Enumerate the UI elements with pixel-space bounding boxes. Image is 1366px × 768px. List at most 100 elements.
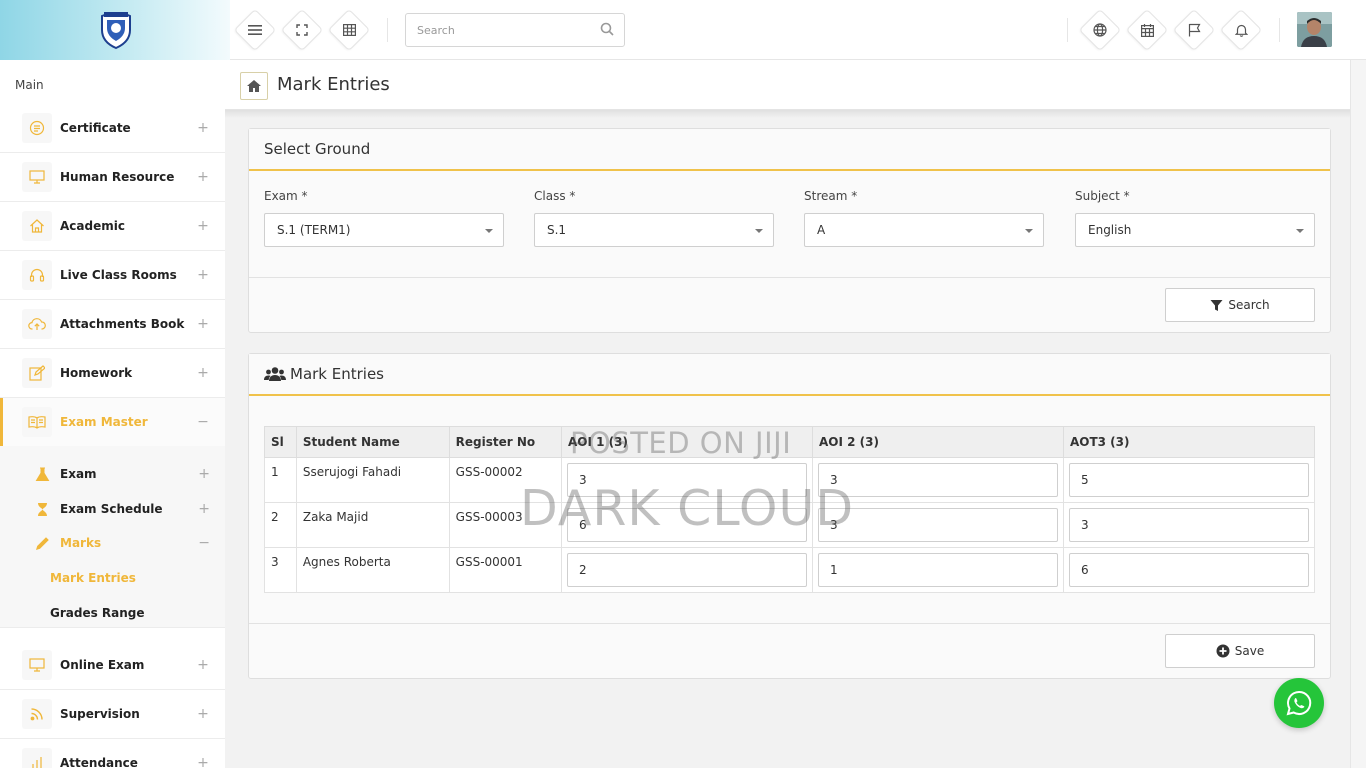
sidebar-item-certificate[interactable]: Certificate + [0,104,225,153]
search-box[interactable] [405,13,625,47]
aoi1-input[interactable] [566,508,807,542]
expand-icon[interactable]: + [193,706,213,722]
user-avatar[interactable] [1297,12,1332,47]
chevron-down-icon [1296,229,1304,233]
serial-cell: 2 [264,502,297,548]
sidebar-item-label: Online Exam [60,658,145,672]
chevron-down-icon [755,229,763,233]
sidebar-item-label: Certificate [60,121,131,135]
sidebar-item-exam-master[interactable]: Exam Master − [0,398,225,447]
cloud-upload-icon [22,309,52,339]
expand-icon[interactable]: + [198,501,210,517]
class-select[interactable]: S.1 [534,213,774,247]
filter-icon [1210,299,1223,311]
collapse-icon[interactable]: − [193,414,213,430]
expand-icon[interactable]: + [193,365,213,381]
table-header-row: Sl Student Name Register No AOI 1 (3) AO… [264,426,1316,458]
hourglass-icon [37,502,48,516]
sidebar-item-homework[interactable]: Homework + [0,349,225,398]
column-header: AOI 1 (3) [560,426,813,458]
stream-select-value: A [817,223,826,237]
expand-icon[interactable]: + [193,120,213,136]
subject-select[interactable]: English [1075,213,1315,247]
exam-select-value: S.1 (TERM1) [277,223,351,237]
expand-icon[interactable]: + [198,466,210,482]
sidebar-item-supervision[interactable]: Supervision + [0,690,225,739]
expand-icon[interactable]: + [193,169,213,185]
collapse-icon[interactable]: − [198,535,210,551]
aot3-input[interactable] [1068,463,1309,497]
search-button-label: Search [1228,298,1270,312]
logo-area [0,0,230,60]
aoi2-input[interactable] [817,553,1058,587]
expand-icon[interactable]: + [193,218,213,234]
expand-icon[interactable]: + [193,316,213,332]
page-header: Mark Entries [225,60,1350,110]
submenu-item-label: Exam [60,467,97,481]
chevron-down-icon [1025,229,1033,233]
monitor-icon [22,162,52,192]
notifications-button[interactable] [1223,12,1259,48]
aot3-cell [1062,502,1316,548]
sidebar-item-human-resource[interactable]: Human Resource + [0,153,225,202]
home-button[interactable] [240,72,268,100]
fullscreen-icon [296,24,308,36]
search-input[interactable] [406,14,586,46]
search-icon[interactable] [600,22,614,36]
aoi2-input[interactable] [817,463,1058,497]
whatsapp-chat-button[interactable] [1274,678,1324,728]
save-button[interactable]: Save [1165,634,1315,668]
school-logo[interactable] [98,10,134,50]
certificate-icon [22,113,52,143]
select-ground-panel: Select Ground Exam * S.1 (TERM1) Class *… [248,128,1331,333]
edit-icon [22,358,52,388]
aoi2-cell [811,547,1064,593]
sidebar: Main Certificate + Human Resource + Acad… [0,60,225,768]
apps-grid-button[interactable] [331,12,367,48]
aoi2-input[interactable] [817,508,1058,542]
expand-icon[interactable]: + [193,755,213,768]
headset-icon [22,260,52,290]
submenu-link-grades-range[interactable]: Grades Range [50,606,145,620]
submenu-item-label: Marks [60,536,102,550]
menu-toggle-button[interactable] [237,12,273,48]
exam-select[interactable]: S.1 (TERM1) [264,213,504,247]
language-button[interactable] [1082,12,1118,48]
home-icon [247,80,261,92]
page-scrollbar[interactable] [1350,60,1366,768]
sidebar-item-label: Homework [60,366,133,380]
top-bar [0,0,1366,60]
aoi1-input[interactable] [566,463,807,497]
aoi1-cell [560,547,813,593]
stream-select[interactable]: A [804,213,1044,247]
class-label: Class * [534,189,576,203]
chart-icon [22,748,52,768]
expand-icon[interactable]: + [193,657,213,673]
submenu-item-marks[interactable]: Marks − [35,535,210,551]
sidebar-item-online-exam[interactable]: Online Exam + [0,641,225,690]
aot3-input[interactable] [1068,553,1309,587]
submenu-item-exam[interactable]: Exam + [35,466,210,482]
register-no-cell: GSS-00003 [448,502,562,548]
submenu-item-exam-schedule[interactable]: Exam Schedule + [35,501,210,517]
aot3-input[interactable] [1068,508,1309,542]
sidebar-item-label: Attachments Book [60,317,185,331]
sidebar-item-attachments-book[interactable]: Attachments Book + [0,300,225,349]
whatsapp-icon [1286,690,1312,716]
sidebar-item-academic[interactable]: Academic + [0,202,225,251]
expand-icon[interactable]: + [193,267,213,283]
book-icon [22,407,52,437]
sidebar-item-attendance[interactable]: Attendance + [0,739,225,768]
fullscreen-button[interactable] [284,12,320,48]
submenu-link-mark-entries[interactable]: Mark Entries [50,571,136,585]
sidebar-item-label: Supervision [60,707,140,721]
sidebar-item-live-class-rooms[interactable]: Live Class Rooms + [0,251,225,300]
sidebar-section-label: Main [15,78,44,92]
calendar-icon [1140,23,1154,37]
panel-title: Mark Entries [290,365,384,383]
aoi1-input[interactable] [566,553,807,587]
flag-button[interactable] [1176,12,1212,48]
search-button[interactable]: Search [1165,288,1315,322]
calendar-button[interactable] [1129,12,1165,48]
sidebar-item-label: Exam Master [60,415,148,429]
